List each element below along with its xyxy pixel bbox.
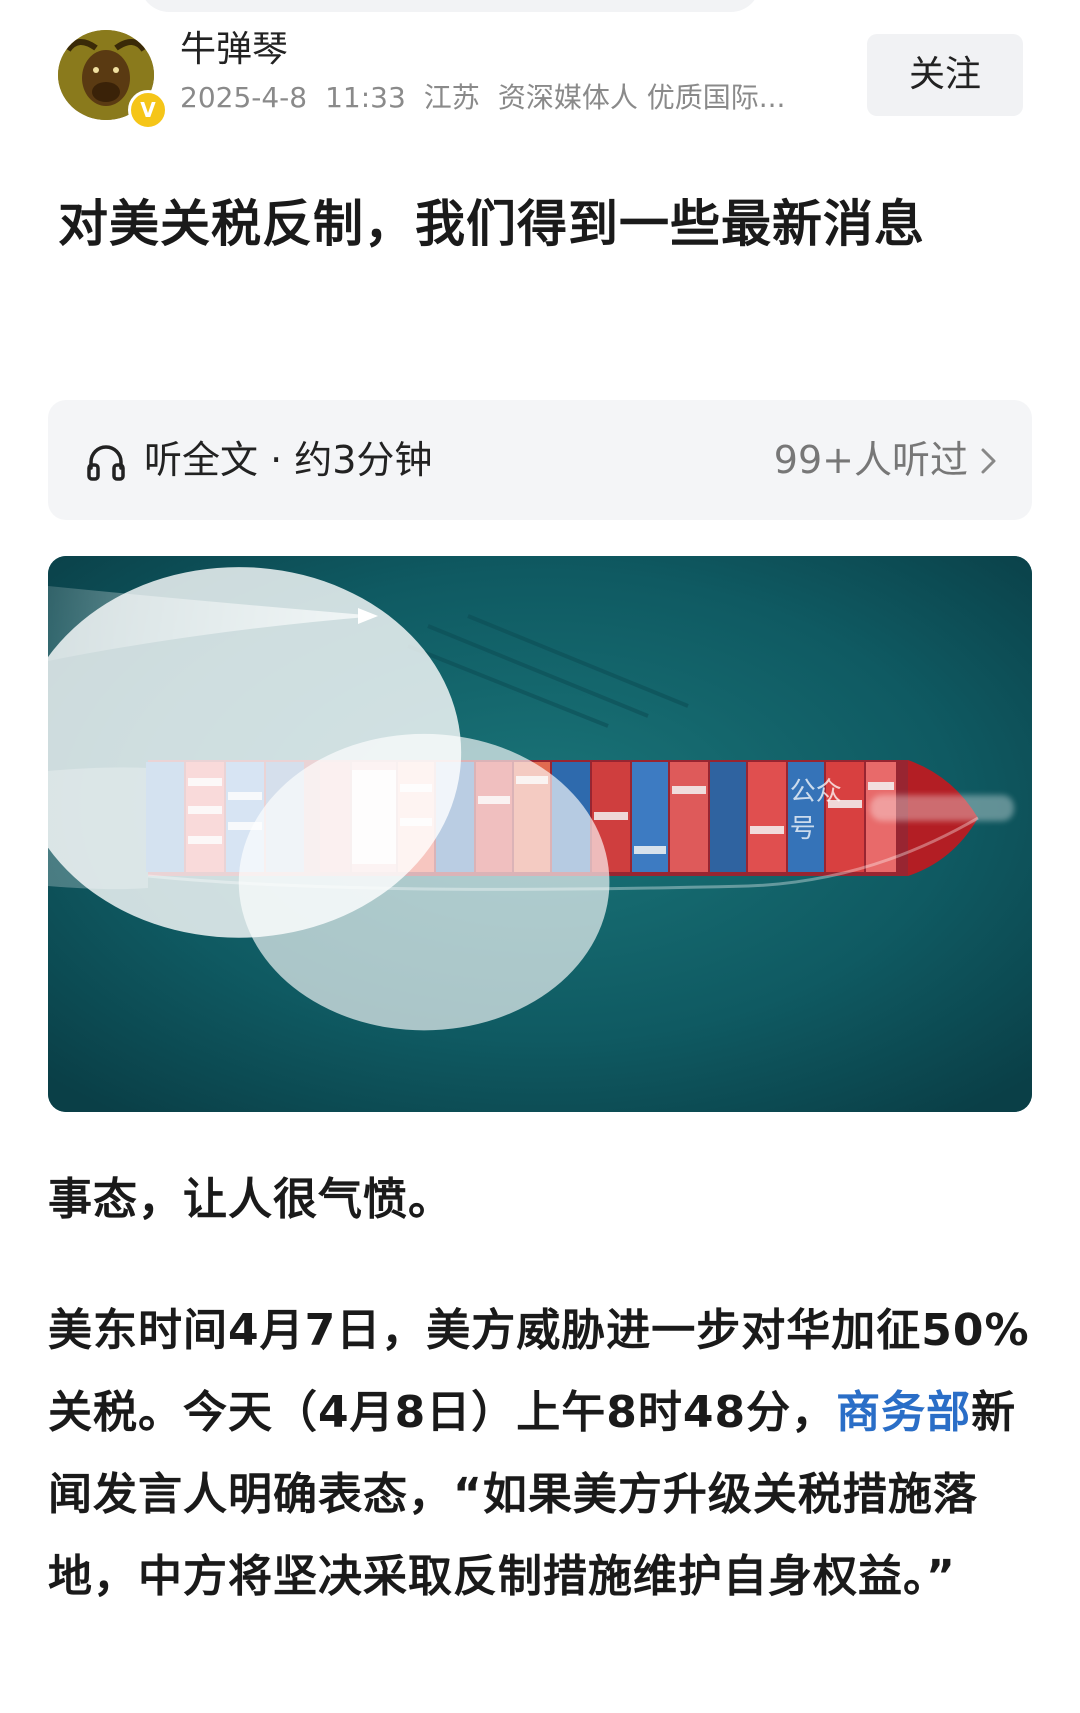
post-date: 2025-4-8 bbox=[180, 81, 308, 114]
article-hero-image[interactable]: 公众号 bbox=[48, 556, 1032, 1112]
watermark-label: 公众号 bbox=[789, 777, 842, 844]
author-meta: 2025-4-8 11:33 江苏 资深媒体人 优质国际... bbox=[180, 80, 870, 116]
author-header: V 牛弹琴 2025-4-8 11:33 江苏 资深媒体人 优质国际... 关注 bbox=[58, 28, 1023, 130]
verified-badge-icon: V bbox=[128, 90, 168, 130]
author-tags: 资深媒体人 优质国际... bbox=[497, 81, 786, 114]
chevron-right-icon bbox=[981, 448, 996, 474]
listen-bar[interactable]: 听全文 · 约3分钟 99+人听过 bbox=[48, 400, 1032, 520]
follow-button[interactable]: 关注 bbox=[867, 34, 1023, 116]
article-page: V 牛弹琴 2025-4-8 11:33 江苏 资深媒体人 优质国际... 关注 对美… bbox=[0, 0, 1080, 1713]
article-title: 对美关税反制，我们得到一些最新消息 bbox=[58, 195, 925, 253]
wechat-icon bbox=[48, 567, 610, 1031]
listen-label: 听全文 · 约3分钟 bbox=[144, 438, 433, 482]
post-location: 江苏 bbox=[423, 81, 480, 114]
article-paragraph-2: 美东时间4月7日，美方威胁进一步对华加征50%关税。今天（4月8日）上午8时48… bbox=[48, 1290, 1038, 1618]
image-watermark: 公众号 bbox=[48, 556, 1014, 1086]
headphone-icon bbox=[87, 445, 125, 481]
author-name[interactable]: 牛弹琴 bbox=[180, 28, 288, 72]
watermark-blur bbox=[870, 795, 1014, 821]
ministry-of-commerce-link[interactable]: 商务部 bbox=[836, 1387, 971, 1438]
listen-count: 99+人听过 bbox=[773, 438, 968, 482]
search-bar-fragment[interactable] bbox=[140, 0, 760, 12]
article-paragraph-1: 事态，让人很气愤。 bbox=[48, 1174, 453, 1225]
post-time: 11:33 bbox=[325, 81, 406, 114]
